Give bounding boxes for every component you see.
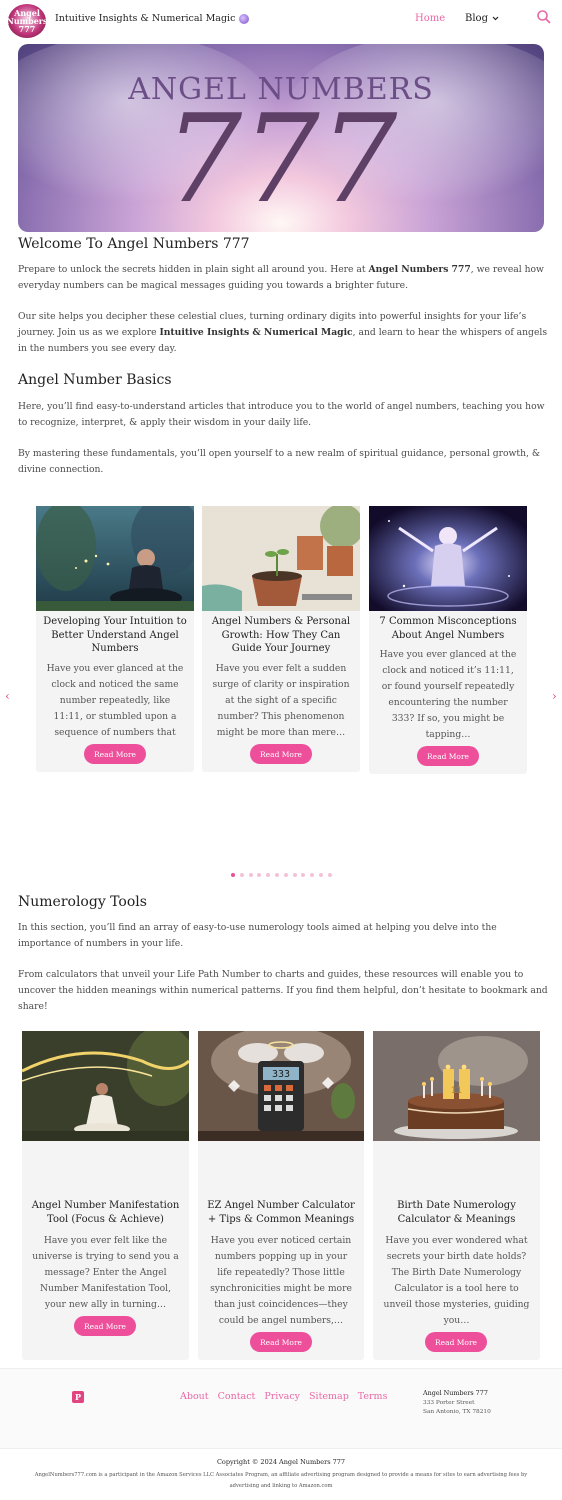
card-excerpt: Have you ever wondered what secrets your… bbox=[383, 1235, 530, 1326]
carousel-dot[interactable] bbox=[283, 873, 288, 877]
card-title[interactable]: Birth Date Numerology Calculator & Meani… bbox=[379, 1199, 534, 1226]
cosmic-figure-image[interactable] bbox=[369, 506, 527, 611]
tool-card[interactable]: Angel Number Manifestation Tool (Focus &… bbox=[22, 1031, 189, 1360]
card-title[interactable]: Angel Numbers & Personal Growth: How The… bbox=[208, 615, 354, 656]
carousel-dot[interactable] bbox=[301, 873, 306, 877]
basics-paragraph-2: By mastering these fundamentals, you’ll … bbox=[18, 448, 541, 475]
card-excerpt: Have you ever felt a sudden surge of cla… bbox=[212, 663, 350, 738]
tools-heading: Numerology Tools bbox=[18, 894, 147, 910]
welcome-paragraph-2: Our site helps you decipher these celest… bbox=[18, 311, 548, 354]
tool-card[interactable]: 11 Birth Date Numerology Calculator & Me… bbox=[373, 1031, 540, 1360]
tools-paragraph-2: From calculators that unveil your Life P… bbox=[18, 969, 548, 1012]
birthday-cake-image[interactable]: 11 bbox=[373, 1031, 540, 1141]
article-card[interactable]: Developing Your Intuition to Better Unde… bbox=[36, 506, 194, 772]
welcome-paragraph-1: Prepare to unlock the secrets hidden in … bbox=[18, 264, 544, 291]
tool-card[interactable]: 333 EZ Angel Number Calculator + Tips & … bbox=[198, 1031, 364, 1360]
logo-text: Angel Numbers 777 bbox=[8, 8, 46, 34]
card-excerpt: Have you ever glanced at the clock and n… bbox=[379, 649, 517, 740]
carousel-dot[interactable] bbox=[318, 873, 323, 877]
read-more-button[interactable]: Read More bbox=[250, 744, 312, 764]
carousel-dot[interactable] bbox=[239, 873, 244, 877]
card-excerpt: Have you ever felt like the universe is … bbox=[32, 1235, 179, 1310]
footer-link-terms[interactable]: Terms bbox=[358, 1391, 388, 1402]
card-excerpt: Have you ever noticed certain numbers po… bbox=[210, 1235, 352, 1326]
footer-address: Angel Numbers 777 333 Porter Street San … bbox=[423, 1389, 491, 1418]
pinterest-icon[interactable]: P bbox=[72, 1391, 84, 1403]
footer-links: About Contact Privacy Sitemap Terms bbox=[180, 1391, 387, 1402]
carousel-dot[interactable] bbox=[274, 873, 279, 877]
carousel-prev-arrow[interactable]: ‹ bbox=[5, 689, 10, 703]
read-more-button[interactable]: Read More bbox=[74, 1316, 136, 1336]
card-excerpt: Have you ever glanced at the clock and n… bbox=[46, 663, 184, 754]
affiliate-disclaimer: AngelNumbers777.com is a participant in … bbox=[34, 1472, 528, 1489]
carousel-dot[interactable] bbox=[292, 873, 297, 877]
carousel-dot[interactable] bbox=[248, 873, 253, 877]
carousel-next-arrow[interactable]: › bbox=[552, 689, 557, 703]
nav-home-link[interactable]: Home bbox=[415, 13, 445, 24]
footer-link-privacy[interactable]: Privacy bbox=[264, 1391, 300, 1402]
card-title[interactable]: EZ Angel Number Calculator + Tips & Comm… bbox=[204, 1199, 358, 1226]
chevron-down-icon bbox=[492, 16, 499, 21]
card-title[interactable]: 7 Common Misconceptions About Angel Numb… bbox=[375, 615, 521, 642]
read-more-button[interactable]: Read More bbox=[417, 746, 479, 766]
crystal-ball-icon bbox=[239, 13, 250, 24]
read-more-button[interactable]: Read More bbox=[84, 744, 146, 764]
carousel-pagination bbox=[231, 873, 332, 877]
tools-paragraph-1: In this section, you’ll find an array of… bbox=[18, 922, 497, 949]
tagline-text: Intuitive Insights & Numerical Magic bbox=[55, 13, 236, 24]
copyright-text: Copyright © 2024 Angel Numbers 777 bbox=[216, 1458, 346, 1466]
read-more-button[interactable]: Read More bbox=[250, 1332, 312, 1352]
basics-paragraph-1: Here, you’ll find easy-to-understand art… bbox=[18, 401, 545, 428]
card-title[interactable]: Developing Your Intuition to Better Unde… bbox=[42, 615, 188, 656]
carousel-dot[interactable] bbox=[310, 873, 315, 877]
hero-banner: ANGEL NUMBERS 777 bbox=[18, 44, 544, 232]
read-more-button[interactable]: Read More bbox=[425, 1332, 487, 1352]
article-card[interactable]: Angel Numbers & Personal Growth: How The… bbox=[202, 506, 360, 772]
welcome-heading: Welcome To Angel Numbers 777 bbox=[18, 236, 250, 252]
candles-text: 11 bbox=[451, 1086, 462, 1096]
footer-link-about[interactable]: About bbox=[180, 1391, 209, 1402]
carousel-dot[interactable] bbox=[266, 873, 271, 877]
meditation-image[interactable] bbox=[36, 506, 194, 611]
address-name: Angel Numbers 777 bbox=[423, 1389, 488, 1397]
basics-heading: Angel Number Basics bbox=[18, 372, 172, 388]
footer-link-contact[interactable]: Contact bbox=[218, 1391, 256, 1402]
site-header: Angel Numbers 777 Intuitive Insights & N… bbox=[0, 0, 562, 42]
nav-blog-label: Blog bbox=[465, 13, 488, 24]
carousel-dot[interactable] bbox=[231, 873, 235, 877]
site-logo[interactable]: Angel Numbers 777 bbox=[8, 4, 46, 38]
calculator-image[interactable]: 333 bbox=[198, 1031, 364, 1141]
carousel-dot[interactable] bbox=[327, 873, 332, 877]
manifestation-image[interactable] bbox=[22, 1031, 189, 1141]
calculator-screen-text: 333 bbox=[272, 1069, 290, 1080]
footer-link-sitemap[interactable]: Sitemap bbox=[309, 1391, 349, 1402]
search-icon[interactable] bbox=[536, 9, 552, 25]
address-city: San Antonio, TX 78210 bbox=[423, 1409, 491, 1415]
seedling-image[interactable] bbox=[202, 506, 360, 611]
address-street: 333 Porter Street bbox=[423, 1399, 475, 1406]
site-tagline: Intuitive Insights & Numerical Magic bbox=[55, 13, 250, 24]
article-card[interactable]: 7 Common Misconceptions About Angel Numb… bbox=[369, 506, 527, 774]
nav-blog-link[interactable]: Blog bbox=[465, 13, 499, 24]
card-title[interactable]: Angel Number Manifestation Tool (Focus &… bbox=[28, 1199, 183, 1226]
hero-number: 777 bbox=[164, 88, 398, 230]
carousel-dot[interactable] bbox=[257, 873, 262, 877]
